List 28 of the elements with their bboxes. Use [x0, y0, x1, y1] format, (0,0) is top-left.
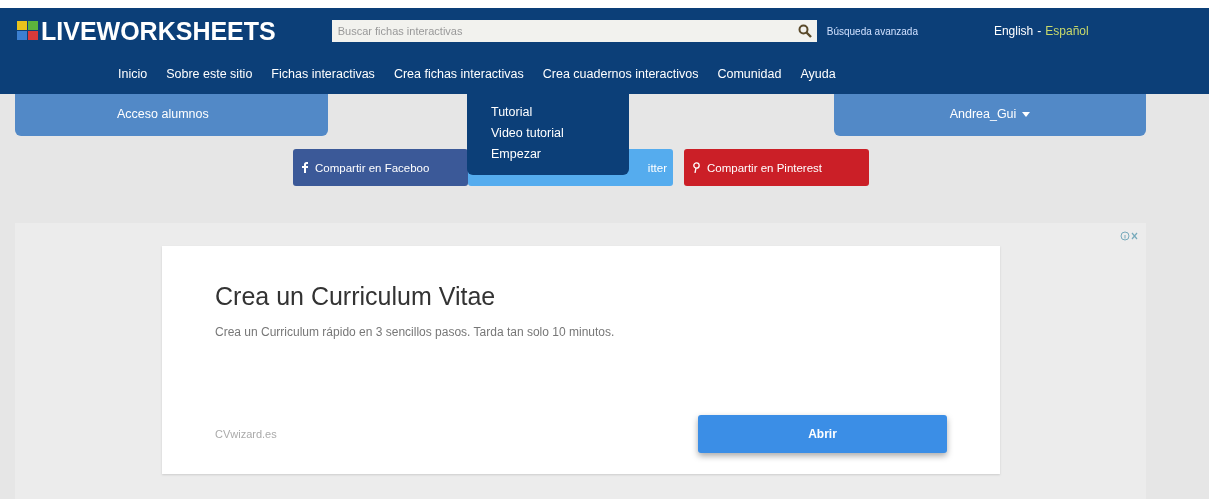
ad-title: Crea un Curriculum Vitae	[215, 282, 496, 311]
ad-text: Crea un Curriculum rápido en 3 sencillos pasos. Tarda tan solo 10 minutos.	[215, 325, 615, 339]
nav-link[interactable]: Comunidad	[717, 67, 782, 81]
search-icon[interactable]	[797, 24, 812, 38]
facebook-share-button[interactable]: Compartir en Faceboo	[293, 149, 468, 186]
menu-item[interactable]: Empezar	[467, 144, 566, 165]
menu-item[interactable]: Video tutorial	[467, 123, 588, 144]
nav-link[interactable]: Crea cuadernos interactivos	[542, 67, 699, 81]
logo-icon	[17, 21, 39, 41]
caret-icon	[1022, 112, 1031, 117]
nav-link[interactable]: Crea fichas interactivas	[393, 67, 524, 81]
nav-link[interactable]: Sobre este sitio	[166, 67, 253, 81]
ad-domain: CVwizard.es	[215, 428, 277, 440]
student-access-tab[interactable]: Acceso alumnos	[15, 94, 328, 136]
user-menu[interactable]: Andrea_Gui	[834, 94, 1146, 136]
nav-link[interactable]: Ayuda	[800, 67, 836, 81]
pin-icon	[693, 162, 700, 173]
language-link[interactable]: English	[993, 24, 1034, 38]
facebook-icon	[302, 162, 308, 173]
advanced-search-link[interactable]: Búsqueda avanzada	[826, 25, 918, 37]
separator: -	[1037, 24, 1042, 38]
nav-link[interactable]: Fichas interactivas	[271, 67, 375, 81]
search-field[interactable]: Buscar fichas interactivas	[331, 20, 817, 42]
logo-text: LIVEWORKSHEETS	[41, 16, 276, 46]
menu-item[interactable]: Tutorial	[467, 102, 557, 123]
language-link[interactable]: Español	[1045, 24, 1089, 38]
nav-link[interactable]: Inicio	[118, 67, 148, 81]
pinterest-share-button[interactable]: Compartir en Pinterest	[684, 149, 869, 186]
